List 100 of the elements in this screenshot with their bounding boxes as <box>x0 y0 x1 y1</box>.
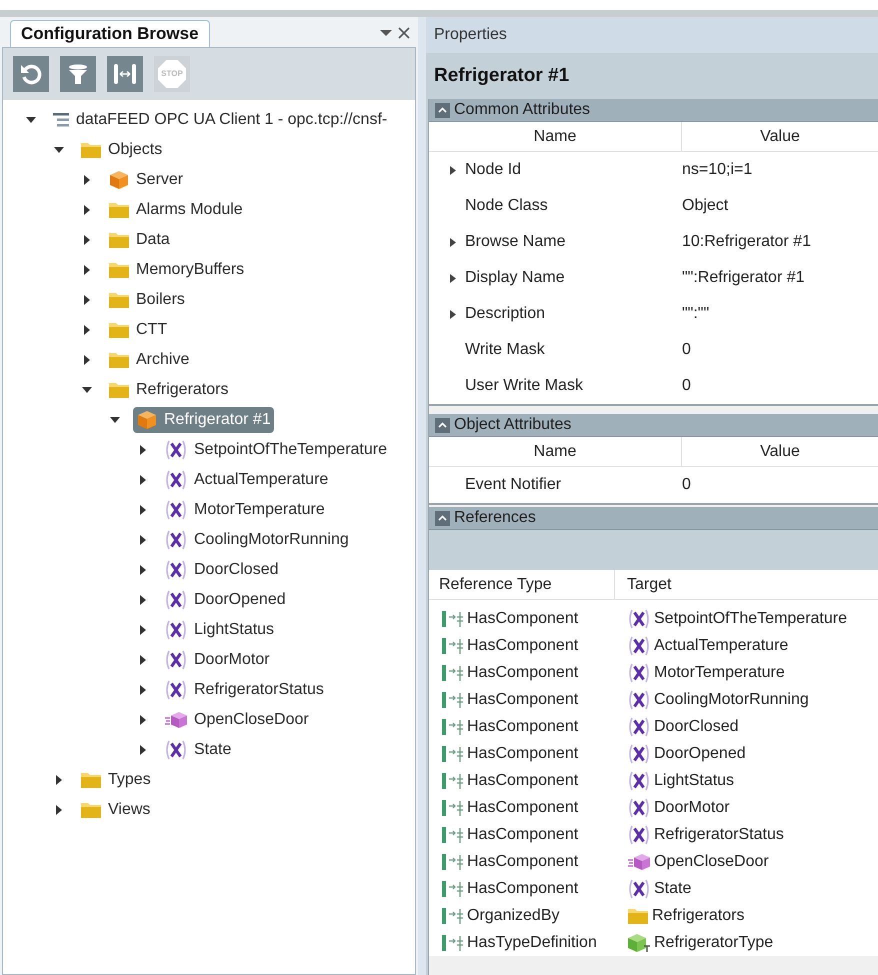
tree-item[interactable]: CoolingMotorRunning <box>161 527 352 553</box>
reference-icon <box>441 880 465 898</box>
tree-item[interactable]: DoorMotor <box>161 647 273 673</box>
section-header[interactable]: Common Attributes <box>429 99 878 122</box>
tree-item[interactable]: dataFEED OPC UA Client 1 - opc.tcp://cnsf- <box>49 107 390 133</box>
column-width-icon <box>112 63 138 85</box>
variable-icon <box>164 440 188 460</box>
expand-caret-icon[interactable] <box>139 475 147 485</box>
tree-item[interactable]: MotorTemperature <box>161 497 328 523</box>
reference-target: ActualTemperature <box>654 636 788 656</box>
tree-item[interactable]: Objects <box>77 137 166 163</box>
folder-icon <box>108 291 130 309</box>
cube-icon <box>627 932 651 952</box>
tree-item[interactable]: MemoryBuffers <box>105 257 248 283</box>
reference-icon <box>441 610 465 628</box>
expand-caret-icon[interactable] <box>139 715 147 725</box>
column-header[interactable]: Name <box>429 437 682 466</box>
tree-item[interactable]: RefrigeratorStatus <box>161 677 327 703</box>
attribute-name: Browse Name <box>465 232 566 252</box>
collapse-caret-icon[interactable] <box>82 386 92 394</box>
expand-caret-icon[interactable] <box>139 625 147 635</box>
variable-icon <box>164 650 188 670</box>
reference-icon <box>441 690 465 708</box>
expand-caret-icon[interactable] <box>139 655 147 665</box>
section-header[interactable]: Object Attributes <box>429 414 878 437</box>
collapse-toggle[interactable] <box>435 102 450 118</box>
tree-item[interactable]: DoorOpened <box>161 587 289 613</box>
toolbar-button[interactable] <box>13 56 49 92</box>
expand-caret-icon[interactable] <box>139 745 147 755</box>
toolbar-button[interactable] <box>107 56 143 92</box>
tree-item[interactable]: Server <box>105 167 186 193</box>
cube-icon <box>164 710 188 730</box>
collapse-toggle[interactable] <box>435 418 450 432</box>
expand-caret-icon[interactable] <box>450 274 456 282</box>
reference-target: RefrigeratorType <box>654 932 774 952</box>
expand-caret-icon[interactable] <box>139 445 147 455</box>
expand-caret-icon[interactable] <box>139 595 147 605</box>
dropdown-icon[interactable] <box>380 29 392 37</box>
toolbar-button[interactable] <box>60 56 96 92</box>
reference-target: State <box>654 878 692 898</box>
collapse-toggle[interactable] <box>435 510 450 526</box>
expand-caret-icon[interactable] <box>139 565 147 575</box>
reference-icon <box>441 852 465 870</box>
column-header[interactable]: Name <box>429 122 682 151</box>
reference-icon <box>441 826 465 844</box>
column-header[interactable]: Target <box>615 570 878 599</box>
variable-icon <box>627 636 651 656</box>
tree-item[interactable]: Data <box>105 227 173 253</box>
column-header[interactable]: Value <box>682 122 878 151</box>
tree-item[interactable]: State <box>161 737 234 763</box>
expand-caret-icon[interactable] <box>83 265 91 275</box>
tree-item[interactable]: CTT <box>105 317 170 343</box>
variable-icon <box>627 608 651 628</box>
tree-item[interactable]: Archive <box>105 347 192 373</box>
folder-icon <box>108 261 130 279</box>
variable-icon <box>164 590 188 610</box>
tree-item[interactable]: Boilers <box>105 287 188 313</box>
attribute-value: 0 <box>682 340 691 360</box>
expand-caret-icon[interactable] <box>83 235 91 245</box>
attribute-name: Write Mask <box>465 340 545 360</box>
reference-type: HasTypeDefinition <box>467 932 597 952</box>
section-header[interactable]: References <box>429 507 878 530</box>
expand-caret-icon[interactable] <box>450 310 456 318</box>
tree-item[interactable]: SetpointOfTheTemperature <box>161 437 390 463</box>
variable-icon <box>164 470 188 490</box>
refresh-icon <box>19 62 43 86</box>
tree-item[interactable]: Refrigerator #1 <box>133 407 274 433</box>
expand-caret-icon[interactable] <box>55 805 63 815</box>
expand-caret-icon[interactable] <box>83 295 91 305</box>
column-header[interactable]: Reference Type <box>429 570 615 599</box>
tree-item[interactable]: Views <box>77 797 154 823</box>
tree-item[interactable]: DoorClosed <box>161 557 282 583</box>
column-header[interactable]: Value <box>682 437 878 466</box>
expand-caret-icon[interactable] <box>83 355 91 365</box>
reference-target: OpenCloseDoor <box>654 852 769 872</box>
variable-icon <box>164 530 188 550</box>
panel-tab[interactable]: Configuration Browse <box>10 20 210 47</box>
collapse-caret-icon[interactable] <box>54 146 64 154</box>
expand-caret-icon[interactable] <box>83 205 91 215</box>
tree-item[interactable]: ActualTemperature <box>161 467 332 493</box>
reference-type: HasComponent <box>467 798 578 818</box>
expand-caret-icon[interactable] <box>450 238 456 246</box>
expand-caret-icon[interactable] <box>83 325 91 335</box>
expand-caret-icon[interactable] <box>139 505 147 515</box>
expand-caret-icon[interactable] <box>139 685 147 695</box>
collapse-caret-icon[interactable] <box>110 416 120 424</box>
tree-item[interactable]: Types <box>77 767 154 793</box>
chevron-icon <box>438 107 447 113</box>
close-icon[interactable] <box>398 27 410 39</box>
tree-item[interactable]: Refrigerators <box>105 377 232 403</box>
panel-title: Properties <box>426 17 878 53</box>
tree-item[interactable]: LightStatus <box>161 617 278 643</box>
expand-caret-icon[interactable] <box>139 535 147 545</box>
tree-item[interactable]: Alarms Module <box>105 197 246 223</box>
expand-caret-icon[interactable] <box>83 175 91 185</box>
reference-target: DoorMotor <box>654 798 730 818</box>
expand-caret-icon[interactable] <box>450 166 456 174</box>
expand-caret-icon[interactable] <box>55 775 63 785</box>
tree-item[interactable]: OpenCloseDoor <box>161 707 312 733</box>
collapse-caret-icon[interactable] <box>26 116 36 124</box>
